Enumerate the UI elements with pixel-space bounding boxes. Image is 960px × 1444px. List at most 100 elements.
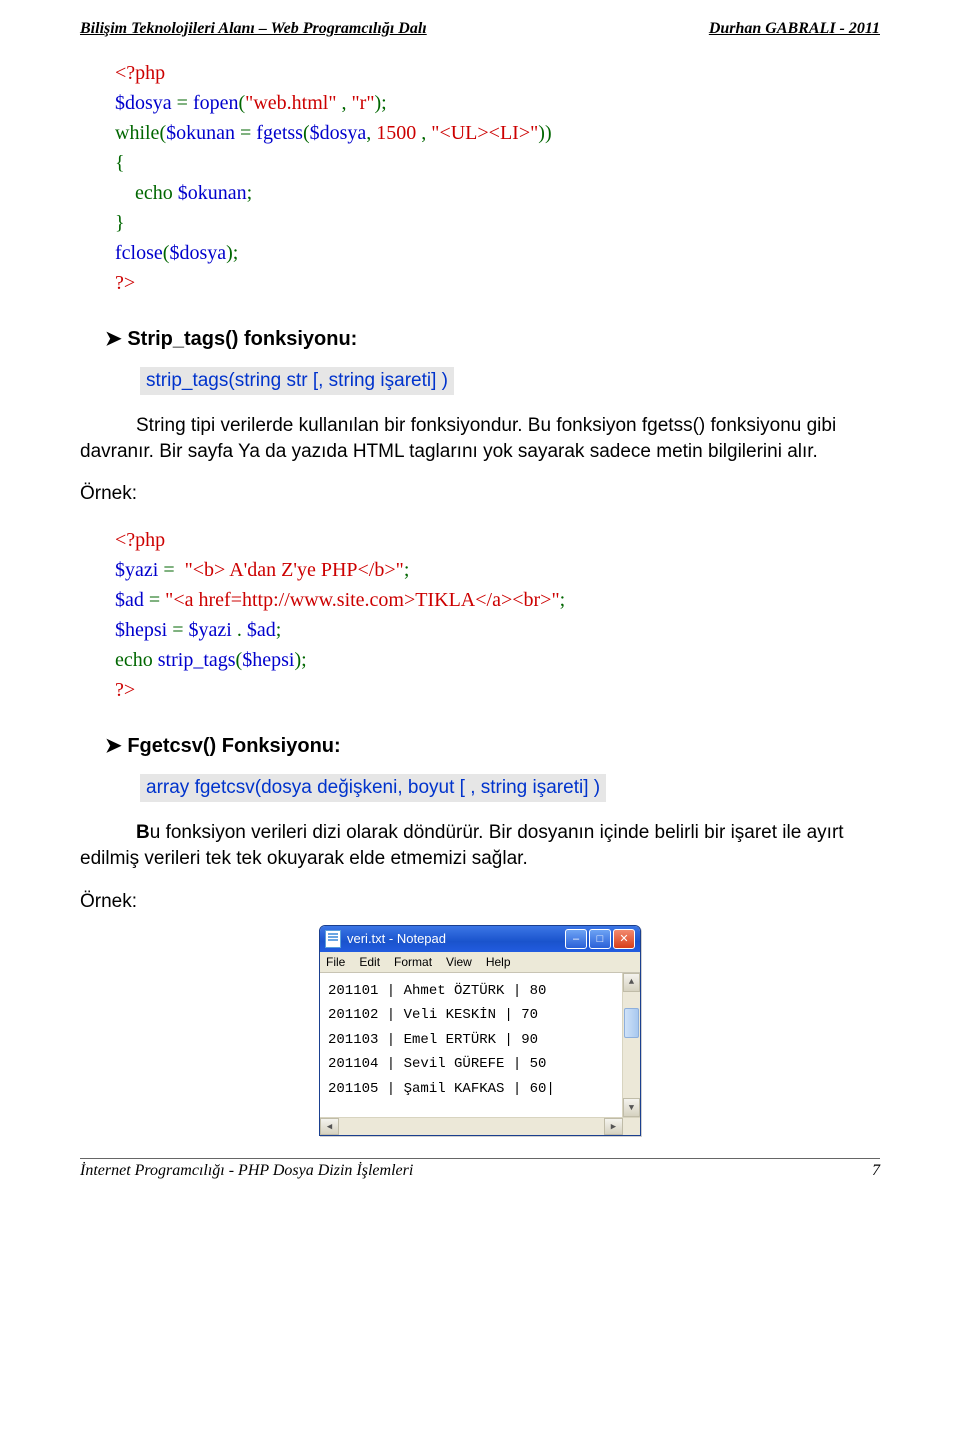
- text-line: 201104 | Sevil GÜREFE | 50: [328, 1056, 546, 1072]
- comma: ,: [337, 92, 352, 114]
- scroll-down-button[interactable]: ▼: [623, 1098, 640, 1117]
- php-close: ?>: [115, 679, 135, 701]
- notepad-body: 201101 | Ahmet ÖZTÜRK | 80 201102 | Veli…: [320, 973, 640, 1118]
- var: $okunan: [178, 182, 247, 204]
- var: $dosya: [169, 242, 226, 264]
- horizontal-scrollbar[interactable]: ◀ ▶: [320, 1117, 640, 1135]
- scroll-track[interactable]: [623, 992, 640, 1099]
- string: "web.html": [245, 92, 336, 114]
- var: $hepsi: [115, 619, 167, 641]
- footer-page-number: 7: [872, 1162, 880, 1180]
- op: =: [235, 122, 256, 144]
- php-open: <?php: [115, 529, 165, 551]
- document-page: Bilişim Teknolojileri Alanı – Web Progra…: [0, 0, 960, 1220]
- close-button[interactable]: ✕: [613, 929, 635, 949]
- paragraph-fgetcsv: Bu fonksiyon verileri dizi olarak döndür…: [80, 820, 880, 871]
- menu-format[interactable]: Format: [394, 955, 432, 969]
- number: 1500: [376, 122, 416, 144]
- func: strip_tags: [158, 649, 236, 671]
- paragraph-rest: u fonksiyon verileri dizi olarak döndürü…: [80, 822, 844, 869]
- comma: ,: [416, 122, 431, 144]
- op: =: [144, 589, 165, 611]
- page-header: Bilişim Teknolojileri Alanı – Web Progra…: [80, 20, 880, 38]
- titlebar[interactable]: veri.txt - Notepad – □ ✕: [320, 926, 640, 952]
- code-block-2: <?php $yazi = "<b> A'dan Z'ye PHP</b>"; …: [115, 525, 880, 705]
- paren: );: [375, 92, 387, 114]
- example-label: Örnek:: [80, 891, 880, 913]
- string: "<UL><LI>": [431, 122, 538, 144]
- menu-bar: File Edit Format View Help: [320, 952, 640, 973]
- notepad-screenshot: veri.txt - Notepad – □ ✕ File Edit Forma…: [80, 925, 880, 1137]
- menu-help[interactable]: Help: [486, 955, 511, 969]
- func: fgetss: [256, 122, 303, 144]
- paren: );: [226, 242, 238, 264]
- page-footer: İnternet Programcılığı - PHP Dosya Dizin…: [80, 1158, 880, 1180]
- var: $okunan: [166, 122, 235, 144]
- string: "<b> A'dan Z'ye PHP</b>": [185, 559, 404, 581]
- header-left: Bilişim Teknolojileri Alanı – Web Progra…: [80, 20, 427, 38]
- text-area[interactable]: 201101 | Ahmet ÖZTÜRK | 80 201102 | Veli…: [320, 973, 622, 1118]
- header-right: Durhan GABRALI - 2011: [709, 20, 880, 38]
- brace: {: [115, 152, 125, 174]
- echo: echo: [115, 182, 178, 204]
- section-heading-fgetcsv: ➤ Fgetcsv() Fonksiyonu:: [105, 733, 880, 758]
- scroll-thumb[interactable]: [624, 1008, 639, 1038]
- minimize-button[interactable]: –: [565, 929, 587, 949]
- syntax-box-strip-tags: strip_tags(string str [, string işareti]…: [140, 367, 454, 395]
- vertical-scrollbar[interactable]: ▲ ▼: [622, 973, 640, 1118]
- var: $yazi: [115, 559, 158, 581]
- php-close: ?>: [115, 272, 135, 294]
- echo: echo: [115, 649, 158, 671]
- paren: )): [538, 122, 551, 144]
- code-block-1: <?php $dosya = fopen("web.html" , "r"); …: [115, 58, 880, 298]
- text-line: 201105 | Şamil KAFKAS | 60|: [328, 1081, 555, 1097]
- string: "r": [352, 92, 375, 114]
- semi: ;: [560, 589, 566, 611]
- var: $dosya: [310, 122, 367, 144]
- op: =: [167, 619, 188, 641]
- menu-file[interactable]: File: [326, 955, 345, 969]
- func: fopen: [193, 92, 239, 114]
- func: fclose: [115, 242, 163, 264]
- scroll-left-button[interactable]: ◀: [320, 1118, 339, 1135]
- var: $hepsi: [242, 649, 294, 671]
- section-heading-strip-tags: ➤ Strip_tags() fonksiyonu:: [105, 326, 880, 351]
- scroll-track-h[interactable]: [339, 1118, 604, 1135]
- comma: ,: [366, 122, 376, 144]
- var: $ad: [247, 619, 276, 641]
- notepad-icon: [325, 930, 341, 948]
- var: $ad: [115, 589, 144, 611]
- brace: }: [115, 212, 125, 234]
- scroll-corner: [623, 1118, 640, 1135]
- var: $yazi: [189, 619, 232, 641]
- op: .: [232, 619, 247, 641]
- string: "<a href=http://www.site.com>TIKLA</a><b…: [165, 589, 559, 611]
- text-line: 201101 | Ahmet ÖZTÜRK | 80: [328, 983, 546, 999]
- heading-text: ➤ Strip_tags() fonksiyonu:: [105, 328, 357, 350]
- semi: ;: [404, 559, 410, 581]
- bold-letter: B: [136, 822, 150, 843]
- footer-left: İnternet Programcılığı - PHP Dosya Dizin…: [80, 1162, 413, 1180]
- maximize-button[interactable]: □: [589, 929, 611, 949]
- scroll-up-button[interactable]: ▲: [623, 973, 640, 992]
- scroll-right-button[interactable]: ▶: [604, 1118, 623, 1135]
- menu-view[interactable]: View: [446, 955, 472, 969]
- menu-edit[interactable]: Edit: [359, 955, 380, 969]
- op: =: [172, 92, 193, 114]
- syntax-box-fgetcsv: array fgetcsv(dosya değişkeni, boyut [ ,…: [140, 774, 606, 802]
- text-line: 201103 | Emel ERTÜRK | 90: [328, 1032, 538, 1048]
- notepad-window: veri.txt - Notepad – □ ✕ File Edit Forma…: [319, 925, 641, 1137]
- text-line: 201102 | Veli KESKİN | 70: [328, 1007, 538, 1023]
- paren: );: [294, 649, 306, 671]
- paren: (: [303, 122, 310, 144]
- heading-text: ➤ Fgetcsv() Fonksiyonu:: [105, 735, 341, 757]
- example-label: Örnek:: [80, 483, 880, 505]
- semi: ;: [276, 619, 282, 641]
- var: $dosya: [115, 92, 172, 114]
- semi: ;: [247, 182, 253, 204]
- op: =: [158, 559, 184, 581]
- keyword: while: [115, 122, 159, 144]
- window-title: veri.txt - Notepad: [347, 931, 565, 946]
- paragraph-strip-tags: String tipi verilerde kullanılan bir fon…: [80, 413, 880, 464]
- php-open: <?php: [115, 62, 165, 84]
